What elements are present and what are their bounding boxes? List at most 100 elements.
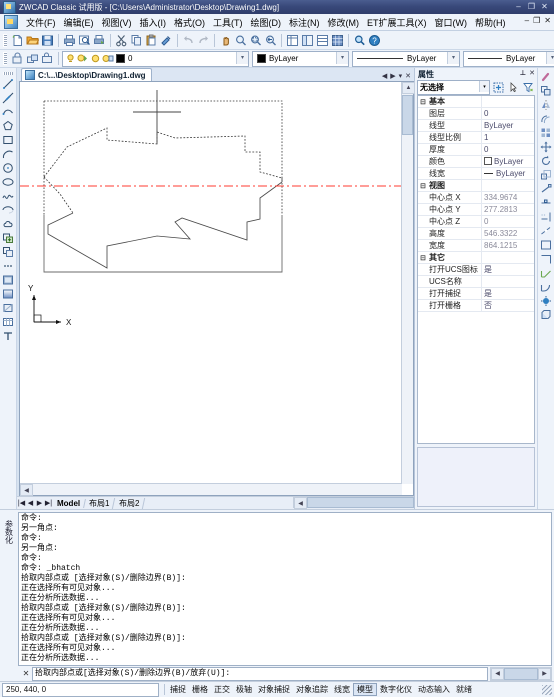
status-otrack[interactable]: 对象追踪 xyxy=(293,684,331,695)
collapse-icon[interactable]: ⊟ xyxy=(418,98,428,106)
chamfer-tool-icon[interactable] xyxy=(539,266,553,280)
panel-pin-button[interactable]: ⊥ xyxy=(520,69,526,77)
hatch-tool-icon[interactable] xyxy=(1,273,15,287)
property-row-center-x[interactable]: 中心点 X 334.9674 xyxy=(418,192,534,204)
filter-icon[interactable] xyxy=(522,81,535,94)
undo-icon[interactable] xyxy=(181,33,196,48)
tab-layout2[interactable]: 布局2 xyxy=(113,497,146,509)
drawing-canvas-container[interactable]: Y X ▲ ◀ xyxy=(19,81,415,496)
chevron-down-icon[interactable]: ▾ xyxy=(479,81,489,92)
property-row-color[interactable]: 颜色 ByLayer xyxy=(418,156,534,168)
spline-tool-icon[interactable] xyxy=(1,189,15,203)
properties-panel-icon[interactable] xyxy=(285,33,300,48)
status-grid[interactable]: 栅格 xyxy=(189,684,211,695)
window-close-button[interactable]: ✕ xyxy=(540,3,549,11)
property-row-snap[interactable]: 打开捕捉 是 xyxy=(418,288,534,300)
linetype-combo[interactable]: ByLayer ▾ xyxy=(352,50,460,67)
tab-layout1[interactable]: 布局1 xyxy=(83,497,116,509)
window-maximize-button[interactable]: ❐ xyxy=(527,3,536,11)
collapse-icon[interactable]: ⊟ xyxy=(418,182,428,190)
scroll-up-button[interactable]: ▲ xyxy=(402,82,415,94)
menu-tools[interactable]: 工具(T) xyxy=(209,15,247,30)
status-lineweight[interactable]: 线宽 xyxy=(331,684,353,695)
break-tool-icon[interactable] xyxy=(539,238,553,252)
property-value[interactable] xyxy=(481,276,534,287)
property-row-ucs-name[interactable]: UCS名称 xyxy=(418,276,534,288)
construction-line-tool-icon[interactable] xyxy=(1,91,15,105)
make-block-tool-icon[interactable] xyxy=(1,245,15,259)
status-model[interactable]: 模型 xyxy=(353,683,377,696)
property-value[interactable]: 是 xyxy=(481,264,534,275)
zoom-realtime-icon[interactable] xyxy=(233,33,248,48)
ellipse-arc-tool-icon[interactable] xyxy=(1,203,15,217)
menu-file[interactable]: 文件(F) xyxy=(22,15,60,30)
tool-palette-icon[interactable] xyxy=(315,33,330,48)
vertical-scroll-thumb[interactable] xyxy=(402,95,413,135)
property-value[interactable]: 1 xyxy=(481,132,534,143)
chevron-down-icon[interactable]: ▾ xyxy=(336,51,348,64)
property-group-basic[interactable]: ⊟ 基本 xyxy=(418,96,534,108)
property-row-center-y[interactable]: 中心点 Y 277.2813 xyxy=(418,204,534,216)
print-preview-icon[interactable] xyxy=(77,33,92,48)
status-ready[interactable]: 就绪 xyxy=(453,684,475,695)
ellipse-tool-icon[interactable] xyxy=(1,175,15,189)
menu-edit[interactable]: 编辑(E) xyxy=(60,15,98,30)
tab-scroll-prev-button[interactable]: ◀ xyxy=(382,72,387,80)
copy-tool-icon[interactable] xyxy=(539,84,553,98)
layout-prev-button[interactable]: ◀ xyxy=(26,499,35,507)
cut-icon[interactable] xyxy=(114,33,129,48)
selection-combo[interactable]: 无选择 ▾ xyxy=(417,80,490,95)
chevron-down-icon[interactable]: ▾ xyxy=(447,51,459,64)
collapse-icon[interactable]: ⊟ xyxy=(418,254,428,262)
rectangle-tool-icon[interactable] xyxy=(1,133,15,147)
layer-previous-icon[interactable] xyxy=(25,51,40,66)
layer-properties-icon[interactable] xyxy=(10,51,25,66)
gradient-tool-icon[interactable] xyxy=(1,287,15,301)
mirror-tool-icon[interactable] xyxy=(539,98,553,112)
arc-tool-icon[interactable] xyxy=(1,147,15,161)
redo-icon[interactable] xyxy=(196,33,211,48)
toolbar-grip[interactable] xyxy=(3,33,7,47)
help-icon[interactable]: ? xyxy=(367,33,382,48)
menu-window[interactable]: 窗口(W) xyxy=(431,15,472,30)
insert-block-tool-icon[interactable] xyxy=(1,231,15,245)
status-snap[interactable]: 捕捉 xyxy=(167,684,189,695)
property-row-ucs-icon[interactable]: 打开UCS图标 是 xyxy=(418,264,534,276)
property-row-width[interactable]: 宽度 864.1215 xyxy=(418,240,534,252)
menu-insert[interactable]: 插入(I) xyxy=(136,15,171,30)
document-tab[interactable]: C:\...\Desktop\Drawing1.dwg xyxy=(21,68,152,81)
property-group-other[interactable]: ⊟ 其它 xyxy=(418,252,534,264)
join-tool-icon[interactable] xyxy=(539,252,553,266)
layer-state-icon[interactable] xyxy=(40,51,55,66)
blocks-icon[interactable] xyxy=(330,33,345,48)
table-tool-icon[interactable] xyxy=(1,315,15,329)
scale-tool-icon[interactable] xyxy=(539,168,553,182)
property-value[interactable]: 否 xyxy=(481,300,534,311)
canvas-vertical-scrollbar[interactable]: ▲ xyxy=(401,82,415,484)
copy-icon[interactable] xyxy=(129,33,144,48)
properties-grid[interactable]: ⊟ 基本 图层 0 线型 ByLayer 线型比例 1 厚度 0 颜色 ByLa… xyxy=(417,95,535,444)
doc-close-button[interactable]: ✕ xyxy=(544,16,551,25)
property-value[interactable]: 0 xyxy=(481,108,534,119)
object-color-combo[interactable]: ByLayer ▾ xyxy=(252,50,349,67)
3d-tool-icon[interactable] xyxy=(539,308,553,322)
command-close-button[interactable]: ✕ xyxy=(20,669,32,678)
command-input[interactable]: 拾取内部点或[选择对象(S)/删除边界(B)/放弃(U)]: xyxy=(32,666,488,681)
property-row-linetype-scale[interactable]: 线型比例 1 xyxy=(418,132,534,144)
new-file-icon[interactable] xyxy=(10,33,25,48)
array-tool-icon[interactable] xyxy=(539,126,553,140)
menu-draw[interactable]: 绘图(D) xyxy=(247,15,286,30)
menu-help[interactable]: 帮助(H) xyxy=(471,15,510,30)
scroll-left-button[interactable]: ◀ xyxy=(294,497,307,509)
zoom-window-icon[interactable] xyxy=(248,33,263,48)
rotate-tool-icon[interactable] xyxy=(539,154,553,168)
window-minimize-button[interactable]: – xyxy=(514,3,523,11)
circle-tool-icon[interactable] xyxy=(1,161,15,175)
property-row-center-z[interactable]: 中心点 Z 0 xyxy=(418,216,534,228)
menu-express[interactable]: ET扩展工具(X) xyxy=(363,15,431,30)
status-dyninput[interactable]: 动态输入 xyxy=(415,684,453,695)
layout-scroll-thumb[interactable] xyxy=(307,497,414,508)
property-value[interactable]: 是 xyxy=(481,288,534,299)
layout-next-button[interactable]: ▶ xyxy=(35,499,44,507)
status-ortho[interactable]: 正交 xyxy=(211,684,233,695)
